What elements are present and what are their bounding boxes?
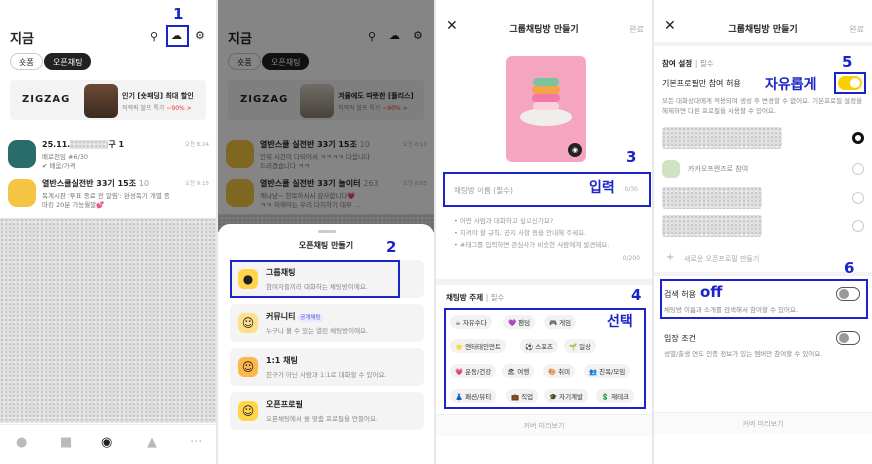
- chat-list-item[interactable]: 열반스쿨실전반 33기 15조 10 독계시판 '투표 종료 전 알림': 완성…: [8, 177, 213, 213]
- create-openchat-sheet-screen: 지금 ⚲ ☁ ⚙ 숏폼 오픈채팅 ZIGZAG 겨울에도 따뜻한 [플리스] 직…: [218, 0, 434, 464]
- option-title: 1:1 채팅: [266, 356, 298, 365]
- desc-hint-line: • 어떤 사람과 대화하고 싶으신가요?: [454, 217, 554, 225]
- redacted-area: [0, 218, 216, 423]
- chat-avatar: [8, 179, 36, 207]
- option-title: 커뮤니티 공개채팅: [266, 312, 323, 322]
- group-chat-settings-screen: ✕ 그룹채팅방 만들기 완료 참여 설정 | 필수 5 기본프로필만 참여 허용…: [654, 0, 872, 464]
- done-button[interactable]: 완료: [849, 24, 864, 35]
- more-tab-icon[interactable]: ···: [190, 435, 202, 450]
- friends-tab-icon[interactable]: ●: [16, 435, 27, 450]
- option-desc: 친구가 아닌 사람과 1:1로 대화할 수 있어요.: [266, 371, 387, 379]
- step-number-1: 1: [173, 5, 184, 23]
- highlight-box-topics: [444, 308, 646, 409]
- cover-preview-button[interactable]: 커버 미리보기: [654, 412, 872, 434]
- profile-option[interactable]: [662, 187, 867, 211]
- header-title: 그룹채팅방 만들기: [509, 25, 579, 35]
- default-profile-label: 기본프로필만 참여 허용: [662, 79, 741, 88]
- profile-option[interactable]: [662, 215, 867, 239]
- topic-label: 채팅방 주제 | 필수: [446, 293, 505, 302]
- option-community[interactable]: ☺ 커뮤니티 공개채팅 누구나 볼 수 있는 열린 채팅방이에요.: [230, 304, 424, 342]
- option-one-to-one[interactable]: ☺ 1:1 채팅 친구가 아닌 사람과 1:1로 대화할 수 있어요.: [230, 348, 424, 386]
- profile-radio[interactable]: [852, 192, 864, 204]
- ad-sub: 직잭픽 블프 특가 ~90% >: [122, 105, 192, 112]
- header-title: 그룹채팅방 만들기: [728, 25, 798, 35]
- redacted-profile: [662, 215, 762, 237]
- now-tab-icon[interactable]: ◉: [101, 435, 112, 450]
- entry-condition-label: 입장 조건: [664, 334, 696, 343]
- ad-headline: 인기 [숏패딩] 최대 할인: [122, 92, 194, 100]
- sheet-handle[interactable]: [318, 230, 336, 233]
- chat-name: 열반스쿨실전반 33기 15조 10: [42, 179, 150, 188]
- profile-option[interactable]: [662, 127, 867, 151]
- search-icon[interactable]: ⚲: [150, 30, 158, 43]
- profile-label: 카카오프렌즈로 참여: [688, 165, 749, 173]
- option-title: 오픈프로필: [266, 400, 303, 409]
- annotation-free: 자유롭게: [765, 77, 817, 93]
- new-profile-label: 새로운 오픈프로필 만들기: [684, 255, 760, 263]
- highlight-box-group: [230, 260, 400, 298]
- chats-tab-icon[interactable]: ■: [60, 435, 72, 450]
- step-number-2: 2: [386, 238, 397, 256]
- tab-shortform[interactable]: 숏폼: [10, 53, 43, 70]
- group-chat-form-screen: ✕ 그룹채팅방 만들기 완료 ◉ 채팅방 이름 (필수) 0/30 3 입력 •…: [436, 0, 652, 464]
- chat-time: 오전 9:15: [184, 181, 209, 187]
- tab-openchat[interactable]: 오픈채팅: [44, 53, 92, 70]
- participation-label: 참여 설정 | 필수: [662, 59, 714, 68]
- desc-count: 0/200: [622, 255, 640, 262]
- chat-preview: ✔ 배움/가격: [42, 162, 76, 170]
- chat-list-item[interactable]: 25.11. 구 1 배로천임 #6/30 ✔ 배움/가격 오전 8:24: [8, 138, 213, 174]
- ad-product-image: [84, 84, 118, 118]
- divider: [654, 42, 872, 46]
- done-button[interactable]: 완료: [629, 24, 644, 35]
- option-desc: 누구나 볼 수 있는 열린 채팅방이에요.: [266, 327, 369, 335]
- option-open-profile[interactable]: ☺ 오픈프로필 오픈채팅에서 쓸 맞춤 프로필을 만들어요.: [230, 392, 424, 430]
- divider: [436, 279, 652, 285]
- shopping-tab-icon[interactable]: ▲: [147, 435, 157, 450]
- ad-brand: ZIGZAG: [22, 94, 71, 105]
- step-number-5: 5: [842, 53, 853, 71]
- step-number-3: 3: [626, 148, 637, 166]
- profile-radio[interactable]: [852, 163, 864, 175]
- community-icon: ☺: [238, 313, 258, 333]
- highlight-box-search: [660, 279, 868, 319]
- sheet-title: 오픈채팅 만들기: [298, 241, 354, 250]
- dim-overlay[interactable]: [218, 0, 434, 232]
- page-title: 지금: [10, 32, 34, 47]
- bottom-tab-bar: ● ■ ◉ ▲ ···: [0, 424, 216, 464]
- home-screen: 지금 ⚲ ☁ ⚙ 1 숏폼 오픈채팅 ZIGZAG 인기 [숏패딩] 최대 할인…: [0, 0, 216, 464]
- highlight-box-toggle: [834, 72, 866, 94]
- annotation-input: 입력: [589, 180, 615, 196]
- desc-hint-line: • #태그를 입력하면 관심사가 비슷한 사람에게 발견돼요.: [454, 241, 610, 249]
- new-profile-button[interactable]: + 새로운 오픈프로필 만들기: [662, 252, 862, 266]
- desc-hint-line: • 지켜야 할 규칙, 공지 사항 등을 안내해 주세요.: [454, 229, 587, 237]
- chat-name: 25.11. 구 1: [42, 140, 125, 149]
- redacted-profile: [662, 187, 762, 209]
- entry-condition-toggle[interactable]: [836, 331, 860, 345]
- settings-icon[interactable]: ⚙: [195, 29, 205, 42]
- redacted-profile: [662, 127, 782, 149]
- step-number-4: 4: [631, 286, 642, 304]
- chat-preview: 마킹 20분 가능월말💕: [42, 201, 105, 209]
- highlight-box-name: [443, 172, 651, 207]
- profile-option[interactable]: 카카오프렌즈로 참여: [662, 158, 867, 180]
- kakao-friends-avatar: [662, 160, 680, 178]
- option-desc: 오픈채팅에서 쓸 맞춤 프로필을 만들어요.: [266, 415, 378, 423]
- divider: [654, 272, 872, 276]
- chat-time: 오전 8:24: [184, 142, 209, 148]
- cover-preview-button[interactable]: 커버 미리보기: [436, 414, 652, 436]
- default-profile-desc: 모든 대화상대에게 적용되며 생성 후 변경할 수 없어요. 기본프로필 설정을…: [662, 97, 863, 115]
- one-to-one-icon: ☺: [238, 357, 258, 377]
- camera-icon[interactable]: ◉: [568, 143, 582, 157]
- ad-banner[interactable]: ZIGZAG 인기 [숏패딩] 최대 할인 직잭픽 블프 특가 ~90% >: [10, 80, 206, 120]
- chat-avatar: [8, 140, 36, 168]
- profile-radio[interactable]: [852, 132, 864, 144]
- cover-image[interactable]: ◉: [506, 56, 586, 162]
- open-profile-icon: ☺: [238, 401, 258, 421]
- entry-condition-desc: 성별/출생 연도 인증 정보가 있는 멤버만 참여할 수 있어요.: [664, 350, 823, 358]
- highlight-box-create: [166, 25, 189, 47]
- step-number-6: 6: [844, 259, 855, 277]
- profile-radio[interactable]: [852, 220, 864, 232]
- plus-icon: +: [666, 252, 675, 263]
- chat-description-field[interactable]: • 어떤 사람과 대화하고 싶으신가요? • 지켜야 할 규칙, 공지 사항 등…: [446, 211, 642, 265]
